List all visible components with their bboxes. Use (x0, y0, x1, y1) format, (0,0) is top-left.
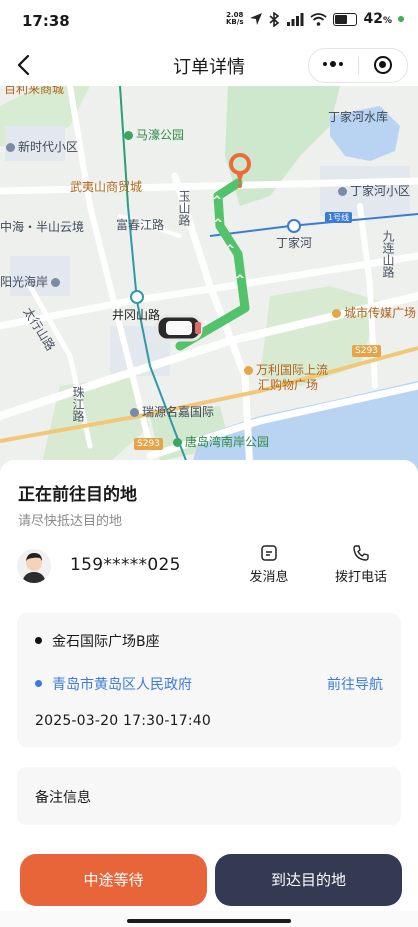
network-speed: 2.08 KB/s (226, 11, 244, 26)
send-message-button[interactable]: 发消息 (234, 544, 304, 585)
map-label: 玉山路 (177, 190, 191, 226)
trip-status-subtitle: 请尽快抵达目的地 (18, 514, 123, 529)
map-label: 丁家河小区 (338, 182, 410, 199)
call-label: 拨打电话 (334, 570, 387, 585)
privacy-indicator-dot (398, 16, 404, 22)
map-label: 丁家河水库 (328, 110, 389, 124)
route-card: 金石国际广场B座 青岛市黄岛区人民政府 前往导航 2025-03-20 17:3… (17, 613, 401, 747)
map-label: 井冈山路 (112, 308, 161, 322)
passenger-avatar (17, 549, 51, 583)
destination-dot (35, 680, 42, 687)
route-map[interactable]: 百利来商城 新时代小区 马濠公园 丁家河水库 武夷山商贸城 丁家河小区 中海・半… (0, 86, 418, 471)
map-label: 九连山路 (381, 230, 395, 278)
metro-line-badge: 1号线 (325, 212, 353, 223)
highway-badge: S293 (134, 438, 163, 450)
map-label: 汇购物广场 (258, 378, 319, 392)
cellular-signal-icon (287, 12, 304, 26)
remark-label: 备注信息 (35, 790, 91, 806)
map-label: 马濠公园 (124, 126, 184, 143)
status-icons: 2.08 KB/s 42% (226, 11, 404, 27)
battery-percent: 42 (363, 11, 383, 27)
map-label: 丁家河 (276, 236, 313, 250)
battery-unit: % (382, 16, 392, 26)
metro-station-icon (130, 290, 144, 304)
order-sheet: 正在前往目的地 请尽快抵达目的地 159*****025 发消息 拨打电话 金石… (0, 460, 418, 927)
origin-address: 金石国际广场B座 (52, 634, 160, 650)
destination-row: 青岛市黄岛区人民政府 (35, 674, 192, 694)
map-label: 新时代小区 (6, 138, 78, 155)
map-label: 武夷山商贸城 (70, 180, 143, 194)
map-label: 唐岛湾南岸公园 (173, 433, 269, 450)
message-icon (261, 545, 277, 561)
battery-icon (333, 12, 358, 26)
map-label: 富春江路 (116, 218, 165, 232)
capsule-divider (358, 57, 359, 74)
nav-bar: 订单详情 (0, 44, 418, 86)
map-label: 中海・半山云境 (0, 220, 85, 234)
pickup-time-range: 2025-03-20 17:30-17:40 (35, 713, 211, 729)
highway-badge: S293 (352, 345, 381, 357)
close-mini-program-icon[interactable] (374, 56, 392, 74)
origin-row: 金石国际广场B座 (35, 631, 160, 651)
wait-midway-button[interactable]: 中途等待 (20, 854, 207, 906)
location-arrow-icon (250, 13, 263, 25)
arrive-destination-button[interactable]: 到达目的地 (215, 854, 402, 906)
destination-address: 青岛市黄岛区人民政府 (52, 677, 192, 693)
phone-icon (353, 545, 369, 561)
map-label: 城市传媒广场 (332, 304, 416, 321)
avatar-icon (22, 553, 46, 583)
metro-station-icon (287, 219, 301, 233)
status-bar: 17:38 2.08 KB/s 42% (0, 0, 418, 44)
send-message-label: 发消息 (249, 570, 289, 585)
map-label: 百利来商城 (4, 86, 65, 96)
wifi-icon (310, 12, 328, 26)
map-label: 阳光海岸 (0, 273, 63, 290)
remark-card: 备注信息 (17, 767, 401, 825)
map-label: 瑞源名嘉国际 (130, 403, 214, 420)
status-time: 17:38 (22, 12, 70, 30)
trip-status-title: 正在前往目的地 (18, 485, 137, 505)
map-label: 珠江路 (71, 386, 85, 422)
origin-dot (35, 637, 42, 644)
passenger-phone: 159*****025 (70, 555, 181, 575)
call-button[interactable]: 拨打电话 (326, 544, 396, 585)
home-indicator[interactable] (127, 919, 291, 923)
navigate-link[interactable]: 前往导航 (327, 674, 383, 694)
bluetooth-icon (269, 11, 280, 27)
more-options-icon[interactable] (323, 61, 343, 67)
mini-program-capsule (308, 48, 408, 83)
car-marker-icon (155, 314, 203, 342)
